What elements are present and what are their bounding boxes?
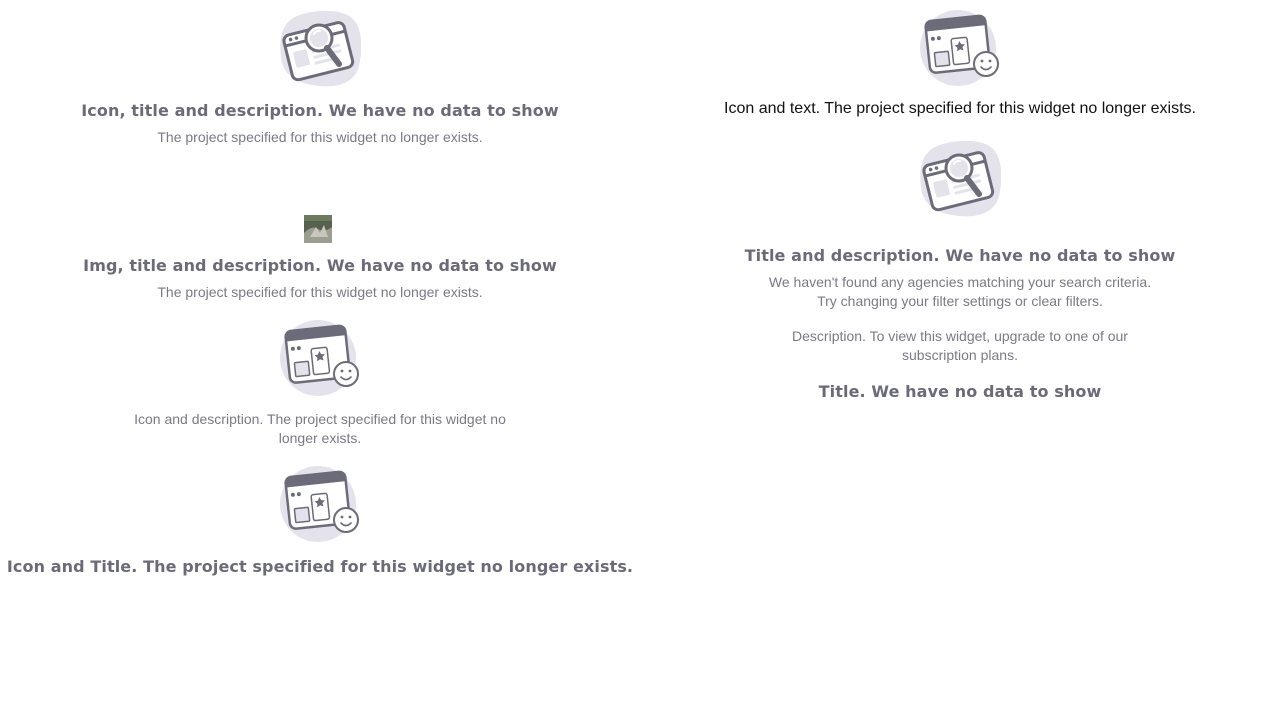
empty-state-title: Icon and Title. The project specified fo… xyxy=(6,557,634,576)
empty-state-title: Title and description. We have no data t… xyxy=(744,246,1176,265)
favorite-browser-icon xyxy=(918,8,1000,93)
favorite-browser-icon xyxy=(278,318,360,403)
empty-state-description: Description. To view this widget, upgrad… xyxy=(792,328,1128,363)
thumbnail-image xyxy=(304,215,332,243)
search-browser-icon xyxy=(279,8,361,93)
empty-states-showcase: Icon, title and description. We have no … xyxy=(0,0,1280,720)
right-column: Icon and text. The project specified for… xyxy=(640,0,1280,720)
empty-state-text: Icon and text. The project specified for… xyxy=(724,100,1196,117)
empty-state-description: Icon and description. The project specif… xyxy=(134,411,506,446)
empty-state-description-line-2: Try changing your filter settings or cle… xyxy=(817,293,1103,309)
empty-state-title: Img, title and description. We have no d… xyxy=(83,256,557,275)
left-column: Icon, title and description. We have no … xyxy=(0,0,640,720)
empty-state-description: The project specified for this widget no… xyxy=(157,129,483,145)
empty-state-description: The project specified for this widget no… xyxy=(157,284,483,300)
search-browser-icon xyxy=(919,138,1001,223)
empty-state-title: Title. We have no data to show xyxy=(818,382,1102,401)
empty-state-title: Icon, title and description. We have no … xyxy=(81,101,559,120)
favorite-browser-icon xyxy=(278,464,360,549)
empty-state-description-line-1: We haven't found any agencies matching y… xyxy=(768,274,1152,290)
